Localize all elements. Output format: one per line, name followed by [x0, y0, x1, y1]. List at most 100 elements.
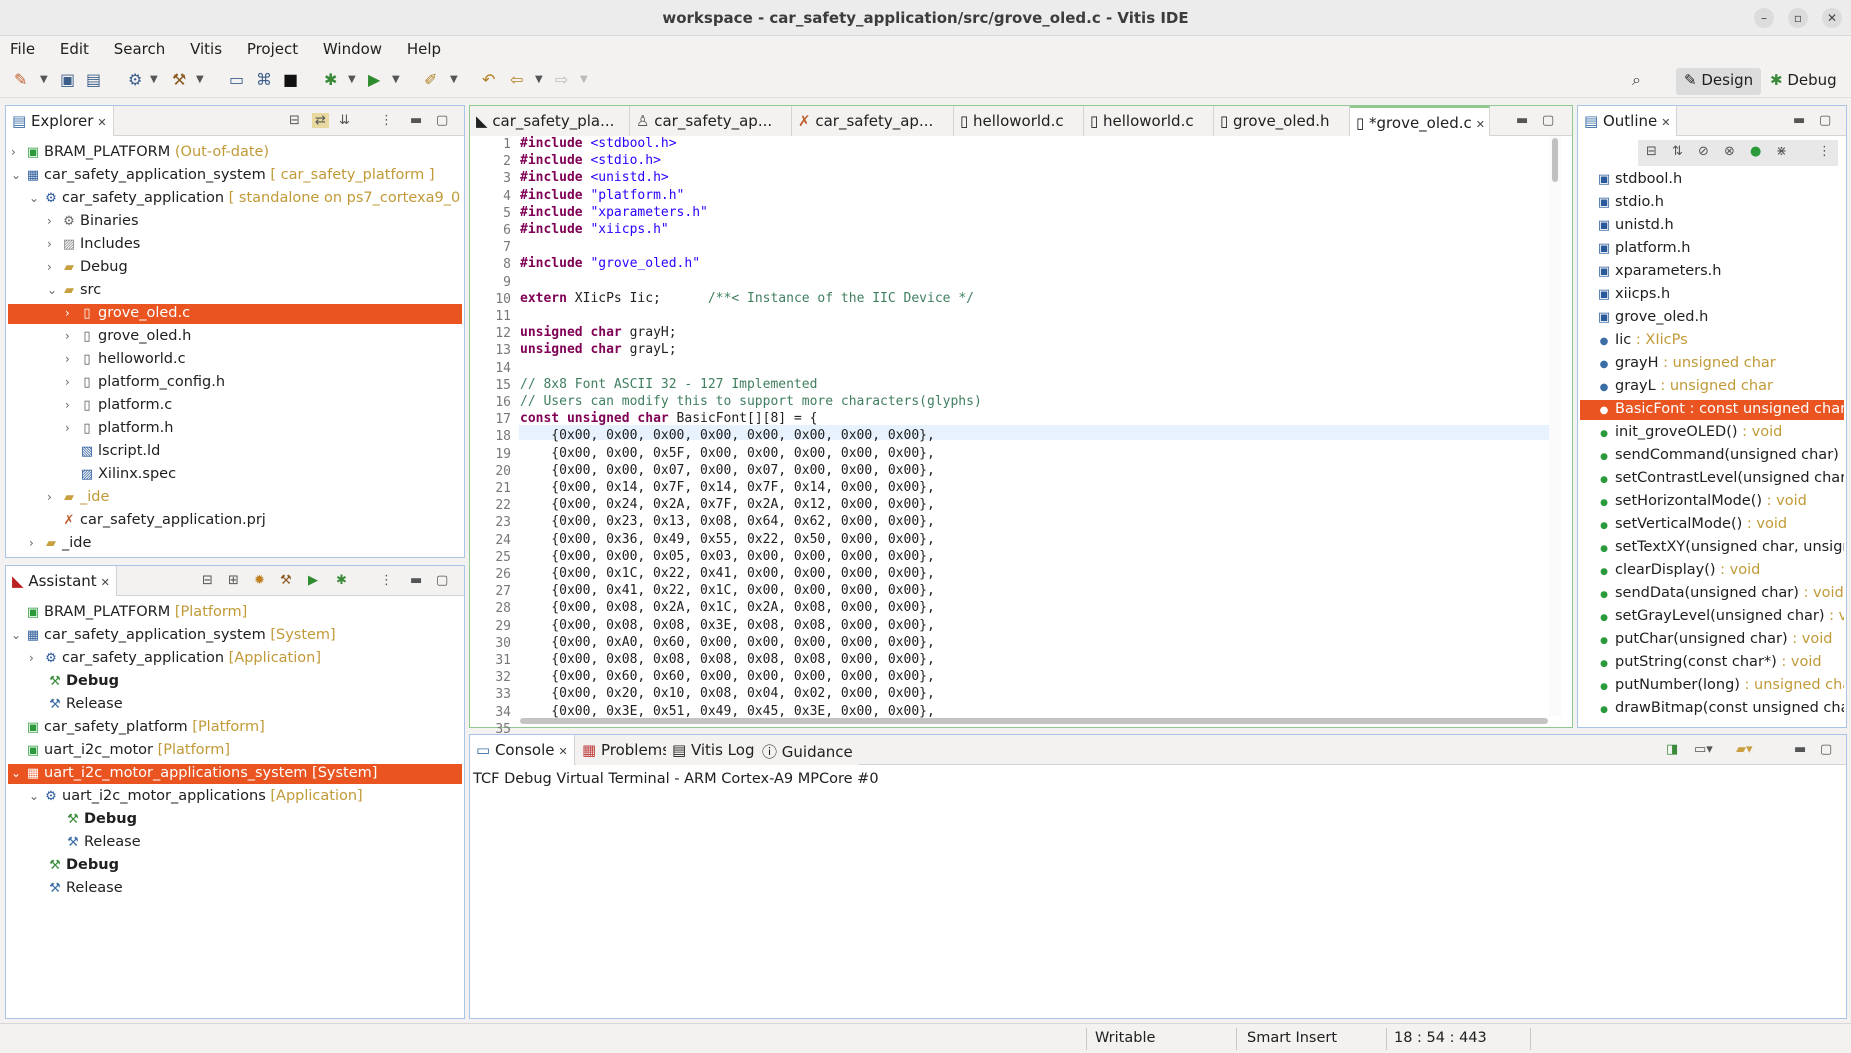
run-icon[interactable]: ▶ [368, 71, 380, 89]
code-line[interactable]: {0x00, 0x24, 0x2A, 0x7F, 0x2A, 0x12, 0x0… [520, 498, 935, 513]
minimize-icon[interactable]: ▬ [410, 113, 422, 128]
tree-item[interactable]: ▣ car_safety_platform [Platform] [11, 718, 265, 738]
link-editor-icon[interactable]: ⇄ [312, 113, 329, 128]
vertical-scrollbar[interactable] [1549, 136, 1561, 716]
close-icon[interactable]: ✕ [101, 576, 110, 589]
horizontal-scrollbar[interactable] [520, 718, 1548, 724]
outline-item[interactable]: ● putString(const char*) : void [1580, 653, 1844, 673]
outline-item[interactable]: ▣ stdbool.h [1580, 170, 1844, 190]
outline-item[interactable]: ● setHorizontalMode() : void [1580, 492, 1844, 512]
pin-console-icon[interactable]: ◨ [1666, 742, 1678, 757]
tree-item[interactable]: › ▯ platform_config.h [65, 373, 225, 393]
hide-static-icon[interactable]: ⊗ [1724, 144, 1735, 159]
view-menu-icon[interactable]: ⋮ [380, 113, 393, 128]
menu-project[interactable]: Project [237, 36, 298, 58]
menu-window[interactable]: Window [313, 36, 382, 58]
tab-console[interactable]: ▭ Console ✕ [470, 735, 575, 765]
maximize-icon[interactable]: ▢ [436, 573, 448, 588]
hide-nonpublic-icon[interactable]: ● [1750, 144, 1761, 159]
code-line[interactable]: {0x00, 0x20, 0x10, 0x08, 0x04, 0x02, 0x0… [520, 687, 935, 702]
tab-editor[interactable]: ▯ helloworld.c [954, 106, 1084, 136]
tab-guidance[interactable]: ⓘ Guidance [756, 735, 859, 765]
tree-item[interactable]: ⌄ ▦ car_safety_application_system [System] [11, 626, 336, 646]
chevron-down-icon[interactable]: ▼ [196, 74, 204, 85]
outline-item[interactable]: ▣ platform.h [1580, 239, 1844, 259]
outline-item[interactable]: ● grayH : unsigned char [1580, 354, 1844, 374]
code-line[interactable]: #include "xparameters.h" [520, 205, 708, 221]
maximize-icon[interactable]: ▢ [1820, 742, 1832, 757]
code-line[interactable]: #include "grove_oled.h" [520, 257, 700, 272]
menu-file[interactable]: File [0, 36, 35, 58]
outline-item[interactable]: ▣ xiicps.h [1580, 285, 1844, 305]
code-line[interactable]: // Users can modify this to support more… [520, 394, 982, 410]
code-area[interactable]: #include <stdbool.h> #include <stdio.h> #i… [520, 136, 1550, 724]
code-line[interactable]: #include "xiicps.h" [520, 222, 669, 238]
debug-icon[interactable]: ✱ [324, 71, 337, 89]
save-all-icon[interactable]: ▤ [86, 71, 101, 89]
code-line[interactable]: {0x00, 0x23, 0x13, 0x08, 0x64, 0x62, 0x0… [520, 515, 935, 530]
close-icon[interactable]: ✕ [1476, 118, 1485, 131]
console-icon[interactable]: ■ [283, 71, 298, 89]
close-icon[interactable]: ✕ [1661, 116, 1670, 129]
run-icon[interactable]: ▶ [308, 573, 318, 588]
code-line[interactable]: const unsigned char BasicFont[][8] = { [520, 411, 817, 427]
maximize-icon[interactable]: ▢ [1819, 113, 1831, 128]
outline-item-selected[interactable]: ● BasicFont : const unsigned char[][8] [1580, 400, 1844, 420]
tree-item[interactable]: › ▨ Includes [47, 235, 140, 255]
tree-item[interactable]: ⚒ Debug [33, 856, 119, 876]
hammer-icon[interactable]: ⚒ [280, 573, 292, 588]
code-editor[interactable]: 1 2 3 4 5 6 7 8 9 10 11 12 13 14 15 16 17 18 19 20 21 22 23 24 2… [471, 136, 1570, 737]
save-icon[interactable]: ▣ [60, 71, 75, 89]
code-line[interactable]: #include "platform.h" [520, 188, 684, 204]
code-line[interactable]: extern XIicPs Iic; /**< Instance of the … [520, 291, 974, 307]
tree-item[interactable]: › ▯ grove_oled.h [65, 327, 191, 347]
outline-item[interactable]: ● setTextXY(unsigned char, unsigned char)… [1580, 538, 1844, 558]
hide-fields-icon[interactable]: ⊘ [1698, 144, 1709, 159]
group-icon[interactable]: ⋇ [1776, 144, 1787, 159]
chevron-down-icon[interactable]: ▼ [580, 74, 588, 85]
code-line[interactable]: // 8x8 Font ASCII 32 - 127 Implemented [520, 377, 817, 393]
chevron-down-icon[interactable]: ▼ [348, 74, 356, 85]
collapse-all-icon[interactable]: ⊟ [202, 573, 213, 588]
code-line[interactable]: {0x00, 0x08, 0x08, 0x3E, 0x08, 0x08, 0x0… [520, 618, 935, 634]
tree-item[interactable]: › ⚙ Binaries [47, 212, 139, 232]
collapse-all-icon[interactable]: ⊟ [1646, 144, 1657, 159]
outline-item[interactable]: ● putNumber(long) : unsigned char [1580, 676, 1844, 696]
code-line[interactable]: {0x00, 0x1C, 0x22, 0x41, 0x00, 0x00, 0x0… [520, 566, 935, 582]
settings-icon[interactable]: ✹ [254, 573, 265, 588]
collapse-all-icon[interactable]: ⊟ [289, 113, 300, 128]
outline-item[interactable]: ● setVerticalMode() : void [1580, 515, 1844, 535]
code-line[interactable]: {0x00, 0x14, 0x7F, 0x14, 0x7F, 0x14, 0x0… [520, 480, 935, 496]
perspective-design[interactable]: ✎ Design [1676, 68, 1762, 95]
outline-item[interactable]: ● setGrayLevel(unsigned char) : void [1580, 607, 1844, 627]
tree-item[interactable]: ▣ uart_i2c_motor [Platform] [11, 741, 230, 761]
code-line[interactable]: {0x00, 0x00, 0x05, 0x03, 0x00, 0x00, 0x0… [520, 549, 935, 565]
outline-item[interactable]: ▣ grove_oled.h [1580, 308, 1844, 328]
chevron-down-icon[interactable]: ▼ [150, 74, 158, 85]
tab-outline[interactable]: ▤ Outline ✕ [1578, 106, 1678, 136]
open-console-icon[interactable]: ▰▾ [1736, 742, 1753, 757]
code-line[interactable]: {0x00, 0x08, 0x08, 0x08, 0x08, 0x08, 0x0… [520, 652, 935, 668]
tab-editor[interactable]: ♙ car_safety_ap... [630, 106, 792, 136]
tab-editor[interactable]: ▯ grove_oled.h [1214, 106, 1350, 136]
code-line[interactable]: {0x00, 0x41, 0x22, 0x1C, 0x00, 0x00, 0x0… [520, 584, 935, 599]
code-line[interactable]: {0x00, 0x00, 0x00, 0x00, 0x00, 0x00, 0x0… [520, 429, 935, 444]
tree-item[interactable]: ⚒ Release [33, 695, 122, 715]
tab-vitis-log[interactable]: ▤ Vitis Log [666, 735, 761, 765]
import-icon[interactable]: ⇊ [339, 113, 350, 128]
tree-item[interactable]: ⌄ ⚙ uart_i2c_motor_applications [Applicati… [29, 787, 363, 807]
build-config-icon[interactable]: ⚙ [128, 71, 142, 89]
display-console-icon[interactable]: ▭▾ [1694, 742, 1713, 757]
maximize-icon[interactable]: ▢ [1542, 113, 1554, 128]
outline-item[interactable]: ● clearDisplay() : void [1580, 561, 1844, 581]
outline-item[interactable]: ● putChar(unsigned char) : void [1580, 630, 1844, 650]
tab-explorer[interactable]: ▤ Explorer ✕ [6, 106, 114, 136]
back-icon[interactable]: ⇦ [510, 71, 523, 89]
tree-item[interactable]: ▣ BRAM_PLATFORM [Platform] [11, 603, 248, 623]
minimize-icon[interactable]: ▬ [1793, 113, 1805, 128]
chevron-down-icon[interactable]: ▼ [535, 74, 543, 85]
close-icon[interactable]: ✕ [1822, 8, 1842, 28]
tree-item[interactable]: ⌄ ▰ src [47, 281, 101, 301]
tab-editor[interactable]: ◣ car_safety_pla... [470, 106, 630, 136]
last-edit-icon[interactable]: ↶ [482, 71, 495, 89]
